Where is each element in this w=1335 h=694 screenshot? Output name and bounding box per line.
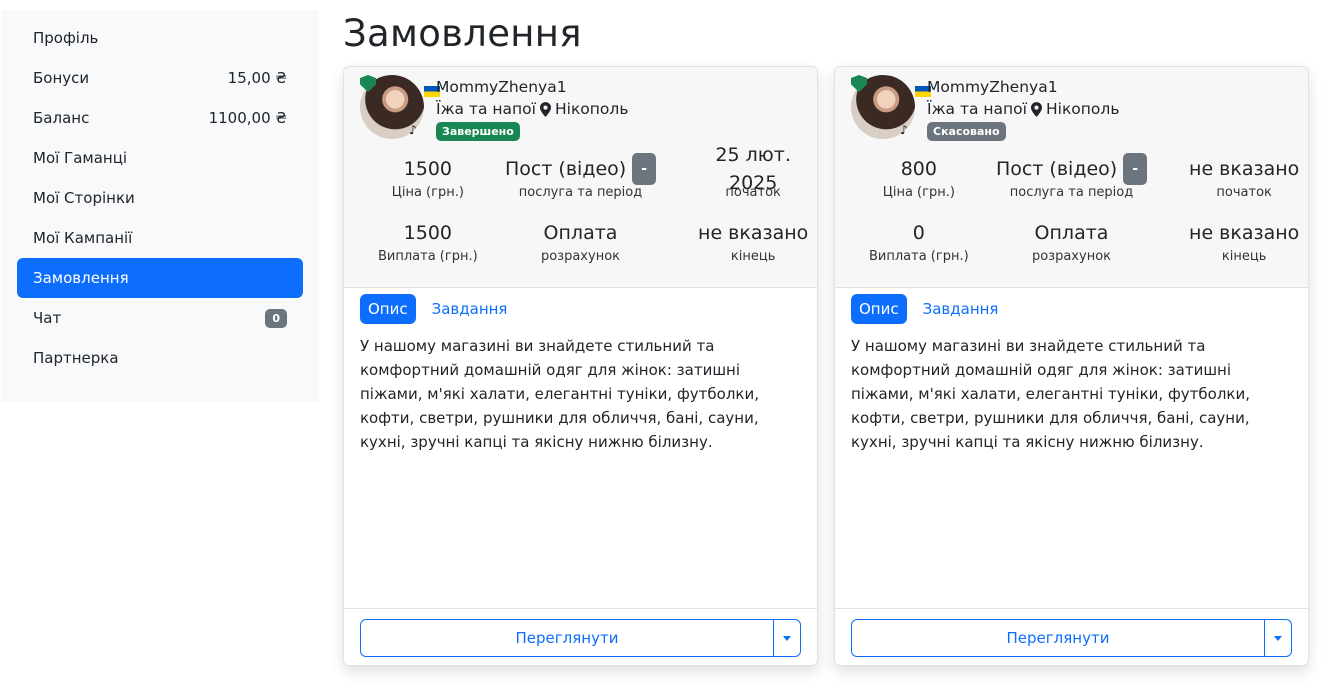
dropdown-toggle-button[interactable] [773, 619, 801, 657]
order-card: ♪ MommyZhenya1 Їжа та напої Нікополь Зав… [343, 66, 818, 666]
payout-value: 0 [912, 222, 925, 244]
category: Їжа та напої [436, 100, 536, 118]
sidebar-item-partner[interactable]: Партнерка [17, 338, 303, 378]
tab-tasks[interactable]: Завдання [424, 294, 516, 324]
end-label: кінець [730, 249, 776, 264]
tiktok-icon: ♪ [409, 123, 417, 137]
view-button[interactable]: Переглянути [851, 619, 1264, 657]
view-button[interactable]: Переглянути [360, 619, 773, 657]
location-pin-icon [539, 101, 551, 117]
order-description: У нашому магазині ви знайдете стильний т… [360, 337, 759, 451]
price-label: Ціна (грн.) [391, 185, 464, 200]
order-card-header: ♪ MommyZhenya1 Їжа та напої Нікополь Зав… [344, 67, 817, 288]
start-value: 25 лют. 2025 [715, 144, 791, 194]
service-value: Пост (відео) [995, 158, 1118, 180]
caret-down-icon [1274, 635, 1282, 641]
order-tabs: Опис Завдання [360, 293, 801, 325]
city: Нікополь [554, 100, 629, 118]
sidebar-item-label: Мої Гаманці [33, 149, 128, 167]
tab-tasks[interactable]: Завдання [915, 294, 1007, 324]
bonuses-amount: 15,00 ₴ [227, 69, 287, 87]
status-badge: Завершено [436, 122, 520, 141]
dropdown-toggle-button[interactable] [1264, 619, 1292, 657]
tab-description[interactable]: Опис [851, 294, 907, 324]
sidebar-item-wallets[interactable]: Мої Гаманці [17, 138, 303, 178]
start-value: не вказано [1189, 158, 1300, 180]
sidebar-item-label: Мої Сторінки [33, 189, 135, 207]
settlement-label: розрахунок [1031, 249, 1111, 264]
username[interactable]: MommyZhenya1 [927, 76, 1119, 98]
page-title: Замовлення [343, 12, 582, 55]
payout-label: Виплата (грн.) [868, 249, 969, 264]
order-card-body: Опис Завдання У нашому магазині ви знайд… [344, 289, 817, 609]
order-card-footer: Переглянути [851, 619, 1292, 657]
city: Нікополь [1045, 100, 1120, 118]
order-card: ♪ MommyZhenya1 Їжа та напої Нікополь Ска… [834, 66, 1309, 666]
username[interactable]: MommyZhenya1 [436, 76, 628, 98]
avatar[interactable]: ♪ [851, 75, 931, 139]
sidebar-item-label: Профіль [33, 29, 99, 47]
sidebar: Профіль Бонуси 15,00 ₴ Баланс 1100,00 ₴ … [1, 10, 319, 402]
payout-label: Виплата (грн.) [377, 249, 478, 264]
status-badge: Скасовано [927, 122, 1006, 141]
sidebar-item-label: Чат [33, 309, 62, 327]
tiktok-icon: ♪ [900, 123, 908, 137]
end-label: кінець [1221, 249, 1267, 264]
order-card-body: Опис Завдання У нашому магазині ви знайд… [835, 289, 1308, 609]
price-label: Ціна (грн.) [882, 185, 955, 200]
sidebar-item-chat[interactable]: Чат 0 [17, 298, 303, 338]
price-value: 1500 [403, 158, 452, 180]
caret-down-icon [783, 635, 791, 641]
sidebar-item-label: Баланс [33, 109, 90, 127]
start-label: початок [1216, 185, 1272, 200]
service-value: Пост (відео) [504, 158, 627, 180]
order-card-footer: Переглянути [360, 619, 801, 657]
chat-count-badge: 0 [265, 308, 287, 328]
settlement-value: Оплата [1034, 222, 1109, 244]
sidebar-item-pages[interactable]: Мої Сторінки [17, 178, 303, 218]
order-tabs: Опис Завдання [851, 293, 1292, 325]
period-button[interactable]: - [1123, 153, 1147, 185]
sidebar-item-label: Бонуси [33, 69, 90, 87]
sidebar-item-profile[interactable]: Профіль [17, 18, 303, 58]
sidebar-item-label: Партнерка [33, 349, 119, 367]
category: Їжа та напої [927, 100, 1027, 118]
sidebar-item-campaigns[interactable]: Мої Кампанії [17, 218, 303, 258]
balance-amount: 1100,00 ₴ [208, 109, 287, 127]
period-button[interactable]: - [632, 153, 656, 185]
settlement-value: Оплата [543, 222, 618, 244]
location-pin-icon [1030, 101, 1042, 117]
sidebar-item-balance[interactable]: Баланс 1100,00 ₴ [17, 98, 303, 138]
settlement-label: розрахунок [540, 249, 620, 264]
service-label: послуга та період [1009, 185, 1134, 200]
sidebar-item-orders[interactable]: Замовлення [17, 258, 303, 298]
end-value: не вказано [698, 222, 809, 244]
end-value: не вказано [1189, 222, 1300, 244]
avatar[interactable]: ♪ [360, 75, 440, 139]
sidebar-item-bonuses[interactable]: Бонуси 15,00 ₴ [17, 58, 303, 98]
order-card-header: ♪ MommyZhenya1 Їжа та напої Нікополь Ска… [835, 67, 1308, 288]
service-label: послуга та період [518, 185, 643, 200]
sidebar-item-label: Мої Кампанії [33, 229, 133, 247]
payout-value: 1500 [403, 222, 452, 244]
sidebar-item-label: Замовлення [33, 269, 129, 287]
order-description: У нашому магазині ви знайдете стильний т… [851, 337, 1250, 451]
price-value: 800 [900, 158, 937, 180]
tab-description[interactable]: Опис [360, 294, 416, 324]
